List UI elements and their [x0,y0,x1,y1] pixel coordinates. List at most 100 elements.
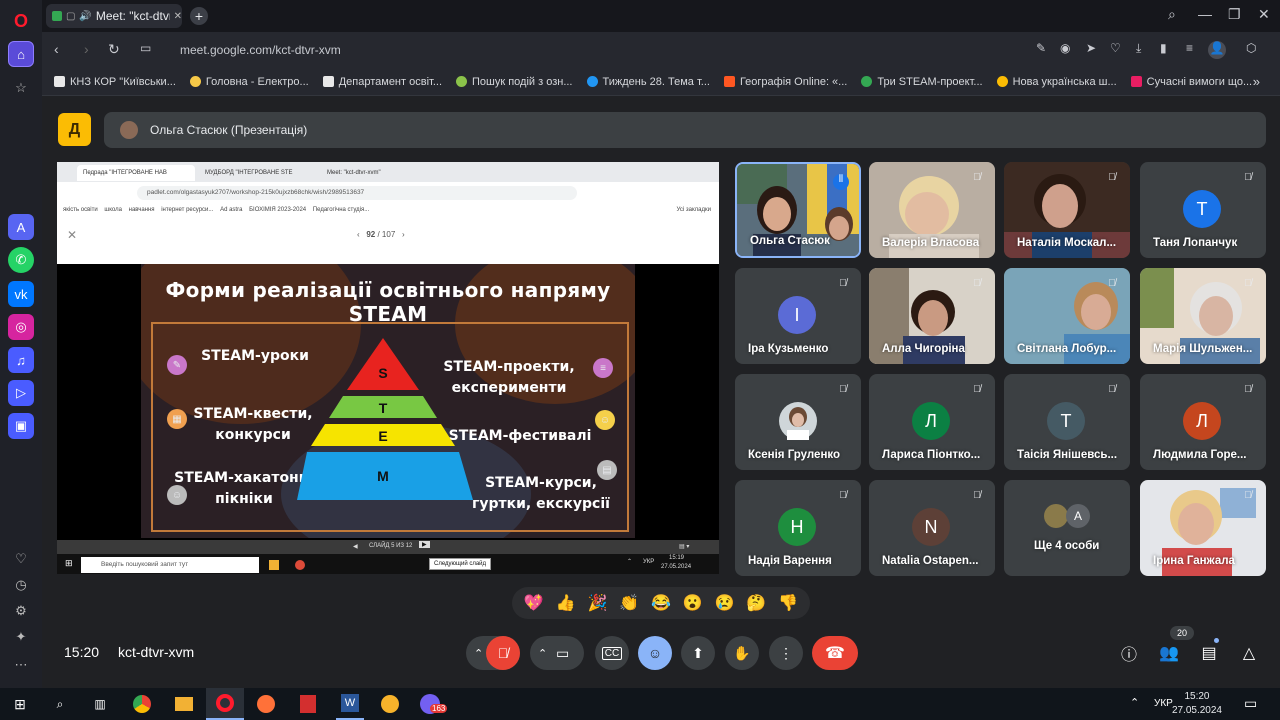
camera-indicator-icon[interactable]: ▭ [140,41,151,55]
participant-tile[interactable]: 🎙̸ Ірина Ганжала [1140,480,1266,576]
acrobat-icon[interactable] [300,695,316,713]
restore-icon[interactable]: ❐ [1228,6,1241,23]
participant-tile[interactable]: Н 🎙̸ Надія Варення [735,480,861,576]
bookmark-item[interactable]: Три STEAM-проект... [861,76,983,88]
presentation-bar[interactable]: Ольга Стасюк (Презентація) [104,112,1266,148]
vk-icon[interactable]: vk [8,281,34,307]
close-window-icon[interactable]: ✕ [1258,6,1270,23]
history-icon[interactable]: ◷ [8,572,34,598]
instagram-icon[interactable]: ◎ [8,314,34,340]
participant-tile[interactable]: 🎙̸ Світлана Лобур... [1004,268,1130,364]
emoji-button[interactable]: ☺ [638,636,672,670]
raise-hand-button[interactable]: ✋ [725,636,759,670]
reaction-thumbs-up[interactable]: 👍 [556,593,576,613]
others-tile[interactable]: A Ще 4 особи [1004,480,1130,576]
opera-logo-icon[interactable]: O [8,8,34,34]
url-text[interactable]: meet.google.com/kct-dtvr-xvm [180,43,341,57]
reaction-party-popper[interactable]: 🎉 [587,593,607,613]
more-bookmarks-icon[interactable]: » [1253,74,1260,89]
system-clock[interactable]: 15:20 27.05.2024 [1172,690,1222,718]
camera-button[interactable]: ▭ [556,645,569,662]
participant-tile[interactable]: І 🎙̸ Іра Кузьменко [735,268,861,364]
reload-icon[interactable]: ↻ [108,41,120,58]
reaction-laughing[interactable]: 😂 [651,593,671,613]
participant-tile[interactable]: N 🎙̸ Natalia Ostapen... [869,480,995,576]
people-icon[interactable]: 👥 [1156,640,1182,666]
participant-tile[interactable]: Т 🎙̸ Таня Лопанчук [1140,162,1266,258]
tips-icon[interactable]: ✦ [8,624,34,650]
chrome-icon[interactable] [133,695,151,713]
pinboard-icon[interactable]: ☆ [8,75,34,101]
bookmark-item[interactable]: Департамент освіт... [322,76,442,88]
reaction-thumbs-down[interactable]: 👎 [778,593,798,613]
captions-button[interactable]: CC [595,636,629,670]
task-view-icon[interactable]: ▥ [88,692,112,716]
more-options-button[interactable]: ⋮ [769,636,803,670]
wallet-icon[interactable]: ▣ [8,413,34,439]
paint-icon[interactable] [381,695,399,713]
music-player-icon[interactable]: ♫ [8,347,34,373]
word-icon[interactable]: W [341,694,359,712]
participant-tile[interactable]: 🎙̸ Марія Шульжен... [1140,268,1266,364]
reaction-surprised[interactable]: 😮 [683,593,703,613]
reaction-thinking[interactable]: 🤔 [746,593,766,613]
participant-tile[interactable]: 🎙̸ Ксенія Груленко [735,374,861,470]
reaction-clapping[interactable]: 👏 [619,593,639,613]
participant-tile[interactable]: Т 🎙̸ Таісія Янішевсь... [1004,374,1130,470]
minimize-icon[interactable]: — [1198,6,1212,22]
whatsapp-icon[interactable]: ✆ [8,247,34,273]
chat-icon[interactable]: ▤ [1196,640,1222,666]
send-icon[interactable]: ➤ [1086,41,1096,55]
more-icon[interactable]: ⋯ [8,652,34,678]
settings-icon[interactable]: ⚙ [8,598,34,624]
reaction-crying[interactable]: 😢 [715,593,735,613]
participant-tile[interactable]: 🎙̸ Алла Чигоріна [869,268,995,364]
bookmark-item[interactable]: Сучасні вимоги що... [1130,76,1252,88]
search-icon[interactable]: ⌕ [48,692,72,716]
audio-options-icon[interactable]: ⌃ [474,647,483,660]
favorite-icon[interactable]: ♡ [1110,41,1121,55]
extensions-icon[interactable]: ⬡ [1246,41,1256,55]
player-icon[interactable]: ▷ [8,380,34,406]
snapshot-icon[interactable]: ◉ [1060,41,1070,55]
home-icon[interactable]: ⌂ [8,41,34,67]
tray-chevron-icon[interactable]: ⌃ [1130,696,1139,709]
close-tab-icon[interactable]: ✕ [174,11,182,22]
start-icon[interactable]: ⊞ [8,692,32,716]
new-tab-button[interactable]: + [190,7,208,25]
file-explorer-icon[interactable] [175,697,193,711]
aria-icon[interactable]: A [8,214,34,240]
easy-setup-icon[interactable]: ≡ [1186,41,1193,55]
participant-tile[interactable]: ⦀ Ольга Стасюк [735,162,861,258]
bookmark-item[interactable]: Головна - Електро... [189,76,309,88]
shared-screen[interactable]: Педрада "ІНТЕГРОВАНЕ НАВ МУДБОРД "ІНТЕГР… [57,162,719,574]
bookmark-item[interactable]: Нова українська ш... [996,76,1117,88]
bookmark-item[interactable]: Пошук подій з озн... [456,76,573,88]
mic-off-button[interactable]: 🎙̸ [486,636,520,670]
tab-meet[interactable]: ▢ 🔊 Meet: "kct-dtvr-xvm ✕ [46,4,182,28]
notification-icon[interactable]: ▭ [1244,695,1257,712]
leave-call-button[interactable]: ☎ [812,636,858,670]
battery-icon[interactable]: ▮ [1160,41,1167,55]
heart-icon[interactable]: ♡ [8,546,34,572]
firefox-icon[interactable] [257,695,275,713]
video-options-icon[interactable]: ⌃ [538,647,547,660]
meeting-info-icon[interactable]: ⓘ [1116,640,1142,666]
download-icon[interactable]: ⤓ [1136,41,1141,56]
participant-tile[interactable]: 🎙̸ Валерія Власова [869,162,995,258]
participant-tile[interactable]: 🎙̸ Наталія Москал... [1004,162,1130,258]
language-indicator[interactable]: УКР [1154,698,1173,709]
forward-icon[interactable]: › [84,41,89,57]
edit-icon[interactable]: ✎ [1036,41,1046,55]
search-tabs-icon[interactable]: ⌕ [1168,6,1176,23]
profile-icon[interactable]: 👤 [1208,41,1226,59]
bookmark-item[interactable]: Географія Online: «... [723,76,847,88]
participant-tile[interactable]: Л 🎙̸ Людмила Горе... [1140,374,1266,470]
opera-icon[interactable] [216,694,234,712]
participant-tile[interactable]: Л 🎙̸ Лариса Піонтко... [869,374,995,470]
reaction-sparkling-heart[interactable]: 💖 [524,593,544,613]
bookmark-item[interactable]: КНЗ КОР "Київськи... [54,76,176,88]
back-icon[interactable]: ‹ [54,41,59,57]
present-button[interactable]: ⬆ [681,636,715,670]
activities-icon[interactable]: △ [1236,640,1262,666]
